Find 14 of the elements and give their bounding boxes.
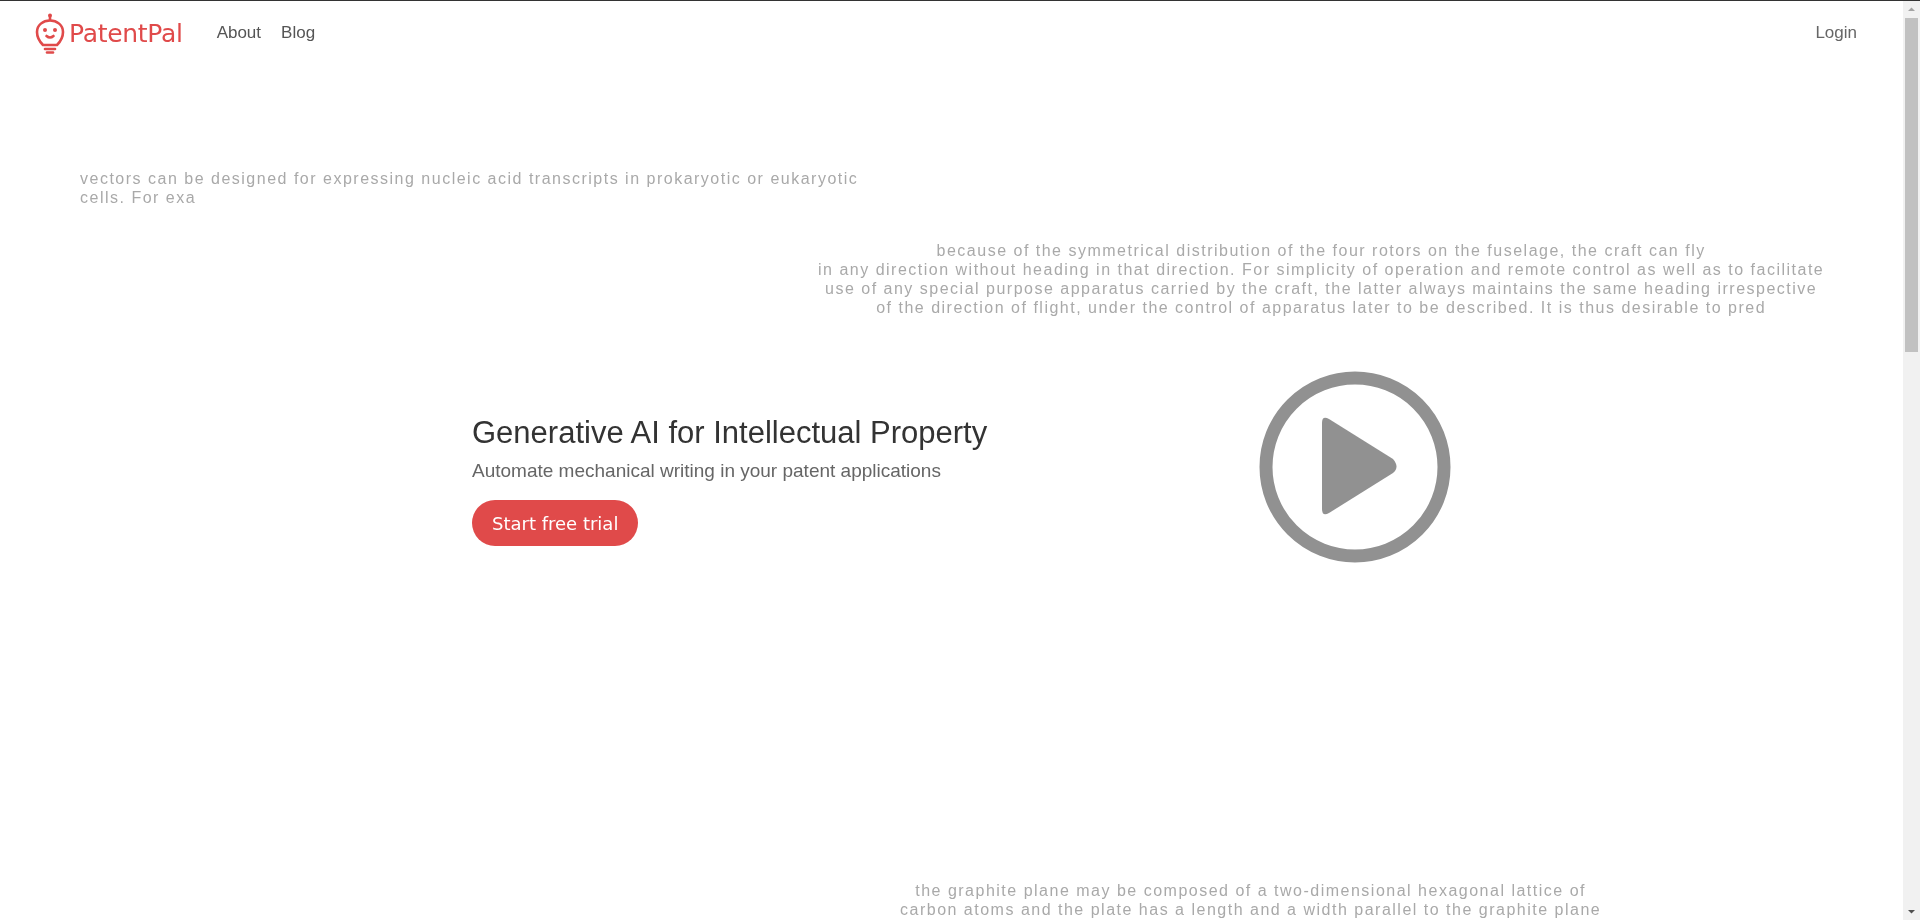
background-patent-text: the graphite plane may be composed of a two-dimensional hexagonal lattice of carbon atoms and the plate has a length and a width parallel to the graphite plane: [900, 881, 1602, 919]
login-link[interactable]: Login: [1815, 23, 1857, 43]
scrollbar[interactable]: [1903, 1, 1920, 920]
brand-logo[interactable]: PatentPal: [69, 18, 183, 48]
hero-subtitle: Automate mechanical writing in your patent applications: [472, 460, 941, 482]
scrollbar-thumb[interactable]: [1905, 18, 1918, 352]
start-trial-button[interactable]: Start free trial: [472, 500, 639, 546]
robot-bulb-logo-icon: [35, 12, 65, 54]
hero-title: Generative AI for Intellectual Property: [472, 415, 988, 451]
nav-link[interactable]: About: [216, 23, 262, 43]
background-patent-text: because of the symmetrical distribution of the four rotors on the fuselage, the craft can fly in any direction without heading in that direction. For simplicity of operation and remote control as well as to facilitate use of any special purpose apparatus carried by the craft, the latter always maintains the same heading irrespective of the direction of flight, under the control of apparatus later to be described. It is thus desirable to pred: [818, 241, 1825, 317]
background-patent-text: vectors can be designed for expressing nucleic acid transcripts in prokaryotic or eukaryotic cells. For exa: [80, 169, 859, 207]
nav-link[interactable]: Blog: [281, 23, 316, 43]
play-video-icon[interactable]: [1259, 371, 1452, 563]
